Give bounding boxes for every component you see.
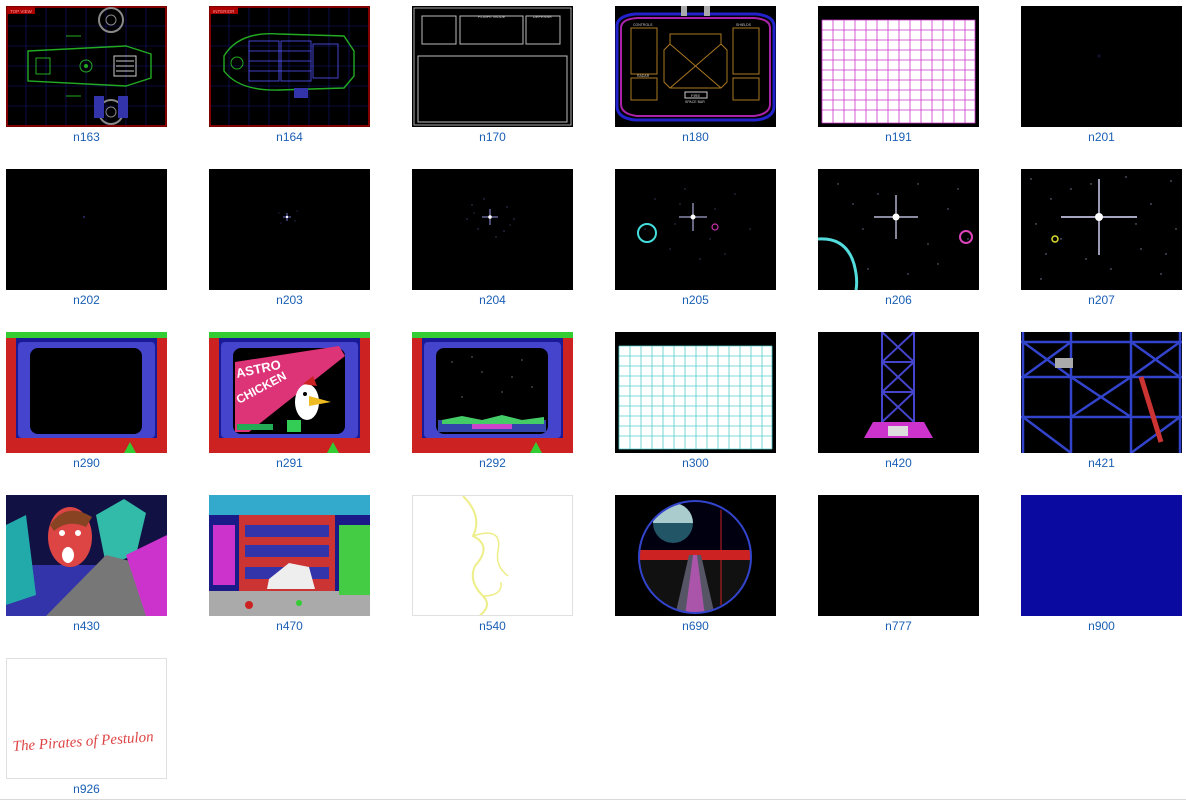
file-tile-n777[interactable]: n777 — [818, 495, 979, 636]
file-tile-n291[interactable]: ASTRO CHICKEN n291 — [209, 332, 370, 473]
file-name-n540: n540 — [479, 619, 506, 633]
file-tile-n207[interactable]: n207 — [1021, 169, 1182, 310]
file-name-n191: n191 — [885, 130, 912, 144]
file-tile-n206[interactable]: n206 — [818, 169, 979, 310]
n170-flight-mode-label: FLIGHT MODE — [478, 14, 506, 19]
n163-top-view-label: TOP VIEW — [10, 9, 33, 14]
n180-radar-label: RADAR — [637, 74, 650, 78]
file-name-n180: n180 — [682, 130, 709, 144]
file-name-n204: n204 — [479, 293, 506, 307]
file-name-n430: n430 — [73, 619, 100, 633]
file-name-n900: n900 — [1088, 619, 1115, 633]
thumbnail-n291: ASTRO CHICKEN — [209, 332, 370, 453]
file-tile-n191[interactable]: n191 — [818, 6, 979, 147]
thumbnail-n205 — [615, 169, 776, 290]
file-name-n203: n203 — [276, 293, 303, 307]
n180-controls-label: CONTROLS — [633, 23, 653, 27]
n180-shields-label: SHIELDS — [736, 23, 752, 27]
file-name-n201: n201 — [1088, 130, 1115, 144]
file-tile-n900[interactable]: n900 — [1021, 495, 1182, 636]
thumbnail-n201 — [1021, 6, 1182, 127]
file-tile-n163[interactable]: TOP VIEW n163 — [6, 6, 167, 147]
file-name-n206: n206 — [885, 293, 912, 307]
file-tile-n292[interactable]: n292 — [412, 332, 573, 473]
thumbnail-n430 — [6, 495, 167, 616]
thumbnail-n421 — [1021, 332, 1182, 453]
file-name-n420: n420 — [885, 456, 912, 470]
file-tile-n690[interactable]: n690 — [615, 495, 776, 636]
file-tile-n926[interactable]: The Pirates of Pestulon n926 — [6, 658, 167, 799]
file-name-n164: n164 — [276, 130, 303, 144]
file-tile-n202[interactable]: n202 — [6, 169, 167, 310]
file-name-n163: n163 — [73, 130, 100, 144]
thumbnail-n777 — [818, 495, 979, 616]
thumbnail-n290 — [6, 332, 167, 453]
file-tile-n164[interactable]: INTERIOR n164 — [209, 6, 370, 147]
thumbnail-n180: CONTROLS SHIELDS RADAR FIRE SPACE BAR — [615, 6, 776, 127]
file-tile-n470[interactable]: n470 — [209, 495, 370, 636]
thumbnail-n204 — [412, 169, 573, 290]
file-name-n421: n421 — [1088, 456, 1115, 470]
file-tile-n290[interactable]: n290 — [6, 332, 167, 473]
file-name-n470: n470 — [276, 619, 303, 633]
thumbnail-n206 — [818, 169, 979, 290]
thumbnail-n164: INTERIOR — [209, 6, 370, 127]
thumbnail-n900 — [1021, 495, 1182, 616]
thumbnail-n540 — [412, 495, 573, 616]
file-tile-n420[interactable]: n420 — [818, 332, 979, 473]
thumbnail-n203 — [209, 169, 370, 290]
thumbnail-n207 — [1021, 169, 1182, 290]
file-tile-n203[interactable]: n203 — [209, 169, 370, 310]
n180-spacebar-label: SPACE BAR — [685, 100, 705, 104]
file-tile-n300[interactable]: n300 — [615, 332, 776, 473]
bottom-divider — [0, 799, 1186, 800]
file-name-n926: n926 — [73, 782, 100, 796]
file-tile-n180[interactable]: CONTROLS SHIELDS RADAR FIRE SPACE BAR n1… — [615, 6, 776, 147]
file-tile-n170[interactable]: FLIGHT MODE DEFENSE n170 — [412, 6, 573, 147]
thumbnail-n191 — [818, 6, 979, 127]
file-name-n205: n205 — [682, 293, 709, 307]
file-tile-n204[interactable]: n204 — [412, 169, 573, 310]
file-name-n202: n202 — [73, 293, 100, 307]
file-name-n300: n300 — [682, 456, 709, 470]
file-name-n690: n690 — [682, 619, 709, 633]
thumbnail-n420 — [818, 332, 979, 453]
thumbnail-n202 — [6, 169, 167, 290]
n164-interior-label: INTERIOR — [213, 9, 235, 14]
file-tile-n540[interactable]: n540 — [412, 495, 573, 636]
thumbnail-n470 — [209, 495, 370, 616]
file-name-n170: n170 — [479, 130, 506, 144]
thumbnail-n163: TOP VIEW — [6, 6, 167, 127]
thumbnail-n300 — [615, 332, 776, 453]
file-tile-n201[interactable]: n201 — [1021, 6, 1182, 147]
thumbnail-n690 — [615, 495, 776, 616]
file-name-n291: n291 — [276, 456, 303, 470]
thumbnail-n926: The Pirates of Pestulon — [6, 658, 167, 779]
file-tile-n430[interactable]: n430 — [6, 495, 167, 636]
file-name-n292: n292 — [479, 456, 506, 470]
thumbnail-n170: FLIGHT MODE DEFENSE — [412, 6, 573, 127]
thumbnail-n292 — [412, 332, 573, 453]
file-name-n207: n207 — [1088, 293, 1115, 307]
file-name-n777: n777 — [885, 619, 912, 633]
file-name-n290: n290 — [73, 456, 100, 470]
n180-fire-label: FIRE — [691, 93, 700, 98]
file-tile-n421[interactable]: n421 — [1021, 332, 1182, 473]
file-tile-n205[interactable]: n205 — [615, 169, 776, 310]
file-thumbnail-grid: TOP VIEW n163 INTERIOR n164 FLIGHT MODE … — [0, 0, 1186, 802]
n170-defense-label: DEFENSE — [533, 14, 552, 19]
